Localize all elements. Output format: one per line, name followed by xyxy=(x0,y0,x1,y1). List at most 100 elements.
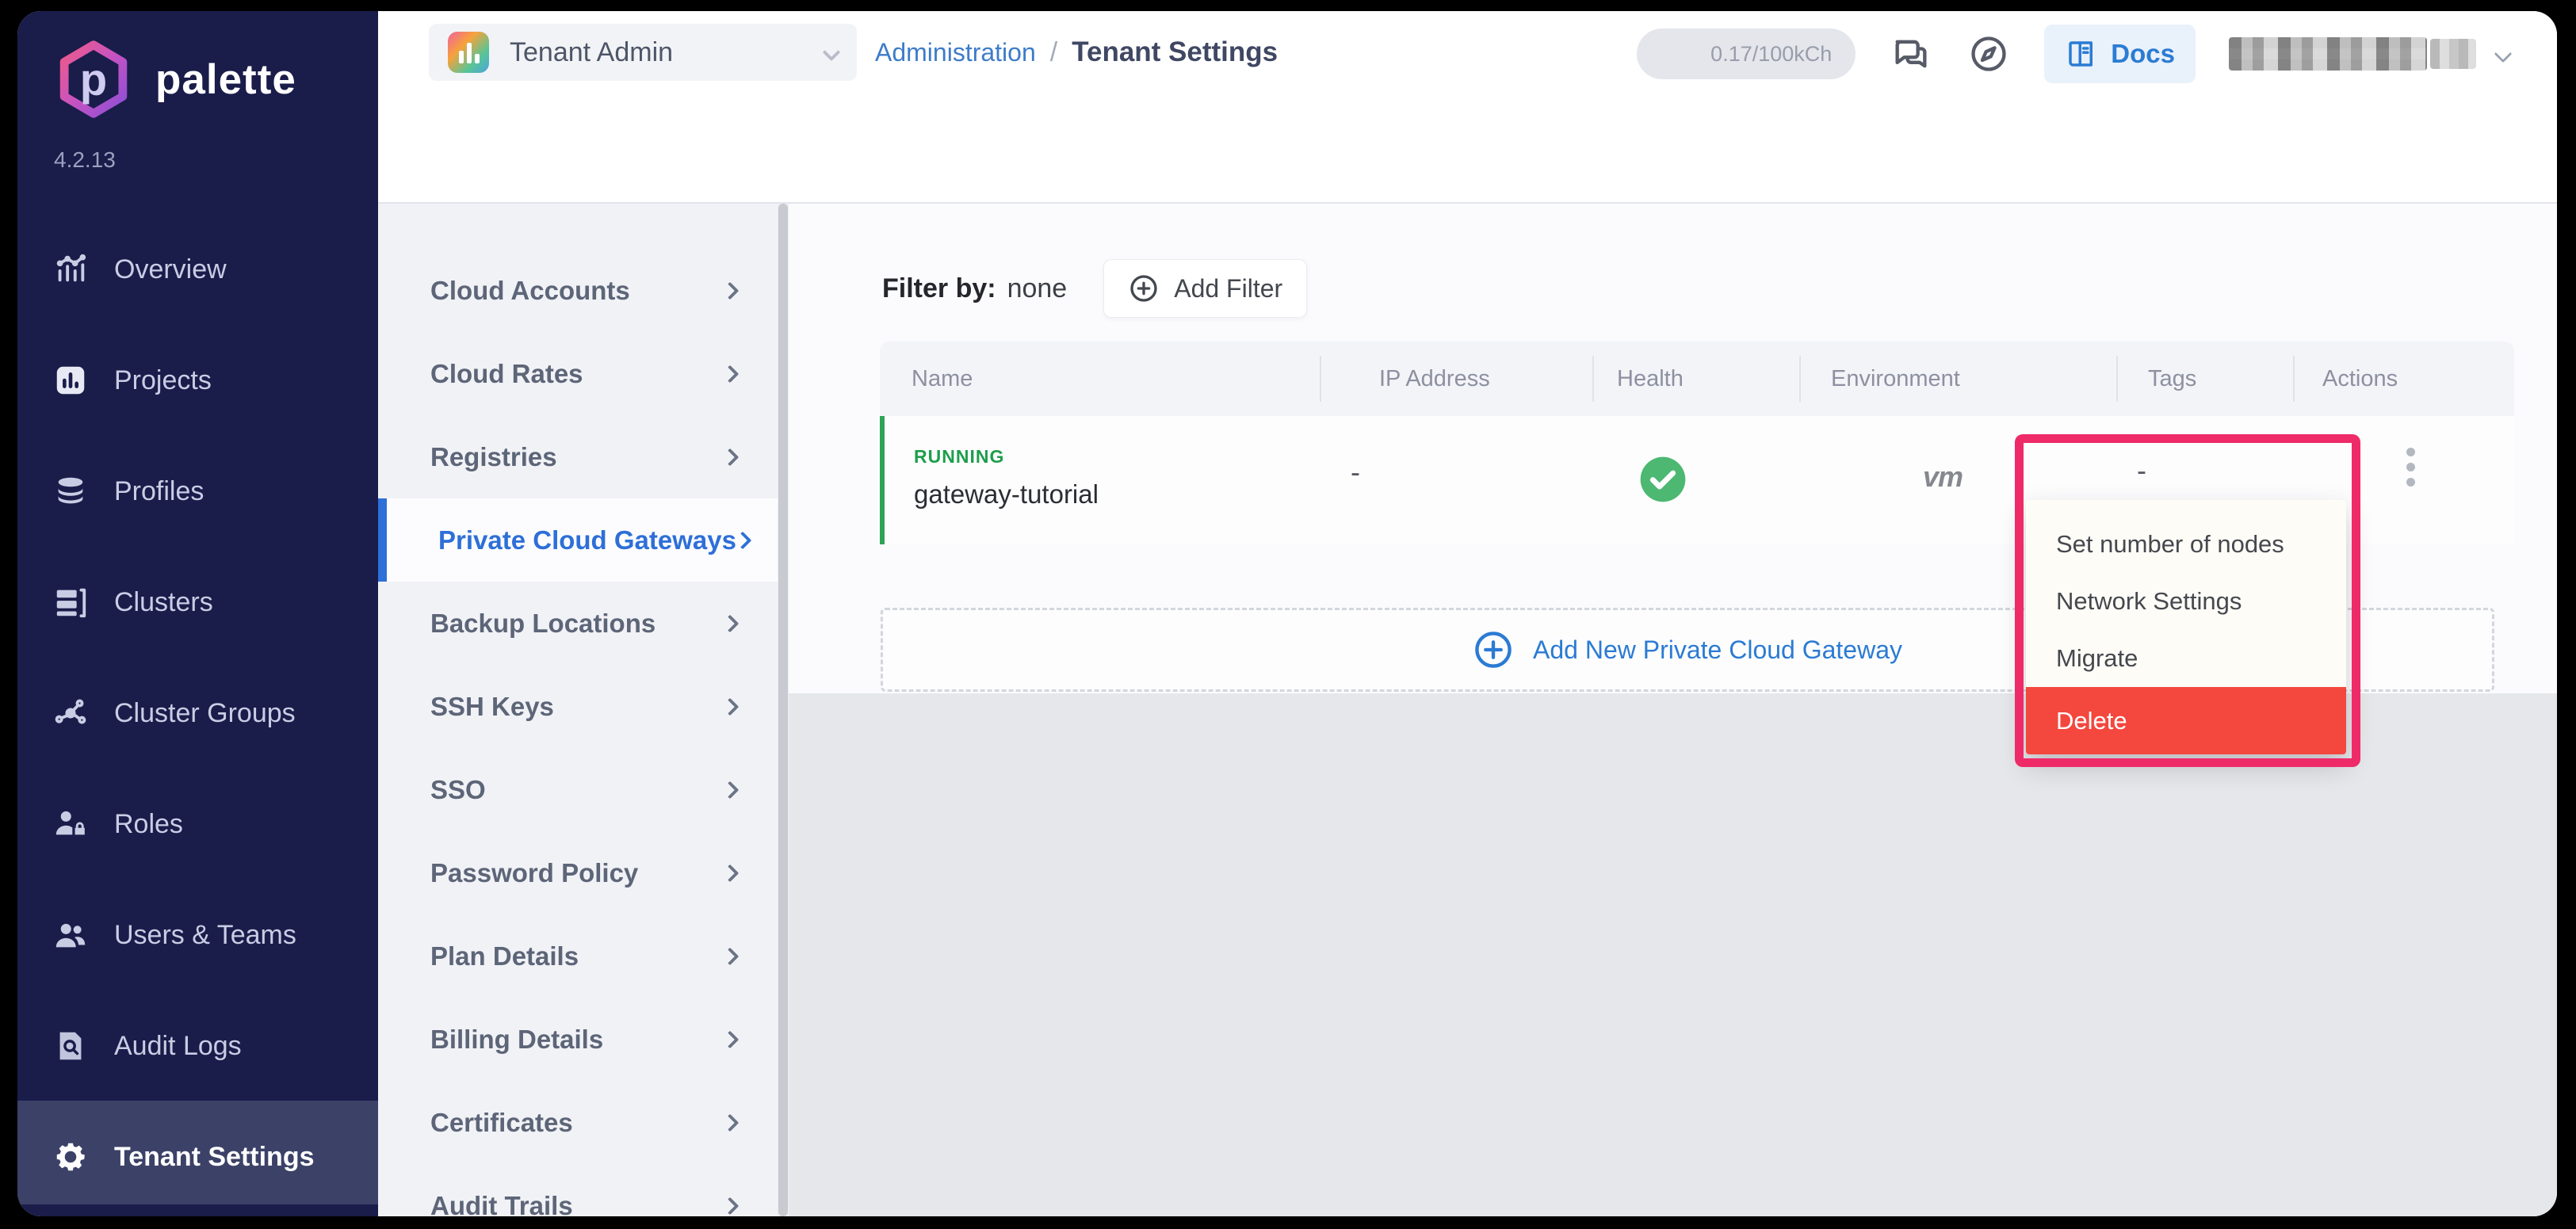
column-divider xyxy=(1799,356,1801,402)
chevron-right-icon xyxy=(721,947,740,965)
settings-item-ssh-keys[interactable]: SSH Keys xyxy=(378,665,778,748)
sidebar-item-label: Profiles xyxy=(114,476,204,507)
settings-item-cloud-accounts[interactable]: Cloud Accounts xyxy=(378,249,778,332)
sidebar-item-users-teams[interactable]: Users & Teams xyxy=(17,897,378,973)
column-header-actions: Actions xyxy=(2322,342,2398,416)
vmware-environment-logo: vm xyxy=(1923,460,1963,494)
settings-menu: Cloud Accounts Cloud Rates Registries Pr… xyxy=(378,204,778,1216)
chevron-down-icon xyxy=(2494,45,2513,63)
overview-icon xyxy=(52,251,89,288)
settings-item-plan-details[interactable]: Plan Details xyxy=(378,914,778,998)
settings-menu-scrollbar[interactable] xyxy=(778,204,789,1216)
scope-selector-label: Tenant Admin xyxy=(510,37,805,68)
docs-label: Docs xyxy=(2111,39,2175,69)
column-divider xyxy=(1320,356,1321,402)
chevron-right-icon xyxy=(734,531,752,549)
tags-value: - xyxy=(2137,454,2146,487)
svg-text:p: p xyxy=(80,55,107,105)
breadcrumb-current: Tenant Settings xyxy=(1072,36,1278,68)
clusters-icon xyxy=(52,584,89,620)
active-indicator xyxy=(378,498,387,582)
breadcrumb: Administration / Tenant Settings xyxy=(875,11,1278,94)
menu-item-set-number-of-nodes[interactable]: Set number of nodes xyxy=(2026,516,2346,573)
usage-quota-badge: 0.17/100kCh xyxy=(1637,29,1856,79)
settings-item-backup-locations[interactable]: Backup Locations xyxy=(378,582,778,665)
profiles-icon xyxy=(52,473,89,510)
chevron-down-icon xyxy=(823,44,841,62)
sidebar-item-label: Overview xyxy=(114,254,227,285)
chevron-right-icon xyxy=(721,697,740,716)
add-filter-button[interactable]: Add Filter xyxy=(1103,259,1307,318)
chevron-right-icon xyxy=(721,864,740,882)
docs-button[interactable]: Docs xyxy=(2044,25,2196,83)
chevron-right-icon xyxy=(721,281,740,300)
ip-address-value: - xyxy=(1351,456,1360,489)
sidebar-item-label: Tenant Settings xyxy=(114,1142,315,1173)
settings-item-certificates[interactable]: Certificates xyxy=(378,1081,778,1164)
settings-item-billing-details[interactable]: Billing Details xyxy=(378,998,778,1081)
account-menu[interactable] xyxy=(2229,37,2509,71)
sidebar-item-cluster-groups[interactable]: Cluster Groups xyxy=(17,675,378,751)
gear-icon xyxy=(52,1139,89,1175)
menu-item-delete[interactable]: Delete xyxy=(2026,687,2346,754)
book-icon xyxy=(2065,37,2098,71)
sidebar-item-overview[interactable]: Overview xyxy=(17,231,378,307)
row-actions-kebab-icon[interactable] xyxy=(2387,435,2434,498)
column-header-environment: Environment xyxy=(1831,342,1960,416)
explore-compass-icon[interactable] xyxy=(1966,32,2011,76)
sidebar-item-projects[interactable]: Projects xyxy=(17,342,378,418)
column-divider xyxy=(2116,356,2118,402)
table-header-row: Name IP Address Health Environment Tags … xyxy=(880,342,2514,416)
users-teams-icon xyxy=(52,917,89,953)
chevron-right-icon xyxy=(721,614,740,632)
projects-icon xyxy=(52,362,89,399)
chevron-right-icon xyxy=(721,1113,740,1132)
palette-app-window: Tenant Admin Administration / Tenant Set… xyxy=(17,11,2557,1216)
sidebar-item-tenant-settings[interactable]: Tenant Settings xyxy=(17,1119,378,1195)
scope-selector[interactable]: Tenant Admin xyxy=(429,24,857,81)
settings-item-registries[interactable]: Registries xyxy=(378,415,778,498)
sidebar-item-label: Roles xyxy=(114,809,183,840)
sidebar-item-roles[interactable]: Roles xyxy=(17,786,378,862)
filter-by-label: Filter by: xyxy=(882,273,996,304)
sidebar-item-audit-logs[interactable]: Audit Logs xyxy=(17,1008,378,1084)
settings-item-audit-trails[interactable]: Audit Trails xyxy=(378,1164,778,1216)
settings-item-password-policy[interactable]: Password Policy xyxy=(378,831,778,914)
brand-name: palette xyxy=(155,55,296,104)
sidebar-item-profiles[interactable]: Profiles xyxy=(17,453,378,529)
sidebar-item-label: Audit Logs xyxy=(114,1031,242,1062)
chevron-right-icon xyxy=(721,1030,740,1048)
chevron-right-icon xyxy=(721,1197,740,1215)
column-header-name: Name xyxy=(912,342,973,416)
column-header-health: Health xyxy=(1617,342,1684,416)
menu-item-migrate[interactable]: Migrate xyxy=(2026,630,2346,687)
sidebar-item-label: Users & Teams xyxy=(114,920,296,951)
settings-item-private-cloud-gateways[interactable]: Private Cloud Gateways xyxy=(378,498,778,582)
breadcrumb-separator: / xyxy=(1050,37,1057,68)
plus-circle-icon xyxy=(1473,629,1514,670)
settings-item-sso[interactable]: SSO xyxy=(378,748,778,831)
tenant-admin-icon xyxy=(448,32,489,73)
audit-logs-icon xyxy=(52,1028,89,1064)
gateway-name: gateway-tutorial xyxy=(914,479,1099,510)
column-divider xyxy=(2293,356,2295,402)
sidebar-item-label: Clusters xyxy=(114,587,213,618)
settings-item-cloud-rates[interactable]: Cloud Rates xyxy=(378,332,778,415)
feedback-chat-icon[interactable] xyxy=(1889,32,1933,76)
sidebar-item-label: Cluster Groups xyxy=(114,698,296,729)
sidebar-item-clusters[interactable]: Clusters xyxy=(17,564,378,640)
breadcrumb-administration[interactable]: Administration xyxy=(875,38,1036,67)
content-background xyxy=(789,693,2557,1216)
app-version: 4.2.13 xyxy=(54,147,116,173)
user-name-redacted xyxy=(2229,37,2427,71)
chevron-right-icon xyxy=(721,365,740,383)
menu-item-network-settings[interactable]: Network Settings xyxy=(2026,573,2346,630)
page-header: Tenant Settings Manage Private Cloud Gat… xyxy=(378,107,2557,204)
chevron-right-icon xyxy=(721,781,740,799)
column-header-tags: Tags xyxy=(2148,342,2196,416)
scrollbar-thumb[interactable] xyxy=(778,204,788,1216)
roles-icon xyxy=(52,806,89,842)
user-name-redacted-2 xyxy=(2430,39,2476,69)
sidebar: p palette 4.2.13 Overview Projects xyxy=(17,11,378,1216)
cluster-groups-icon xyxy=(52,695,89,731)
